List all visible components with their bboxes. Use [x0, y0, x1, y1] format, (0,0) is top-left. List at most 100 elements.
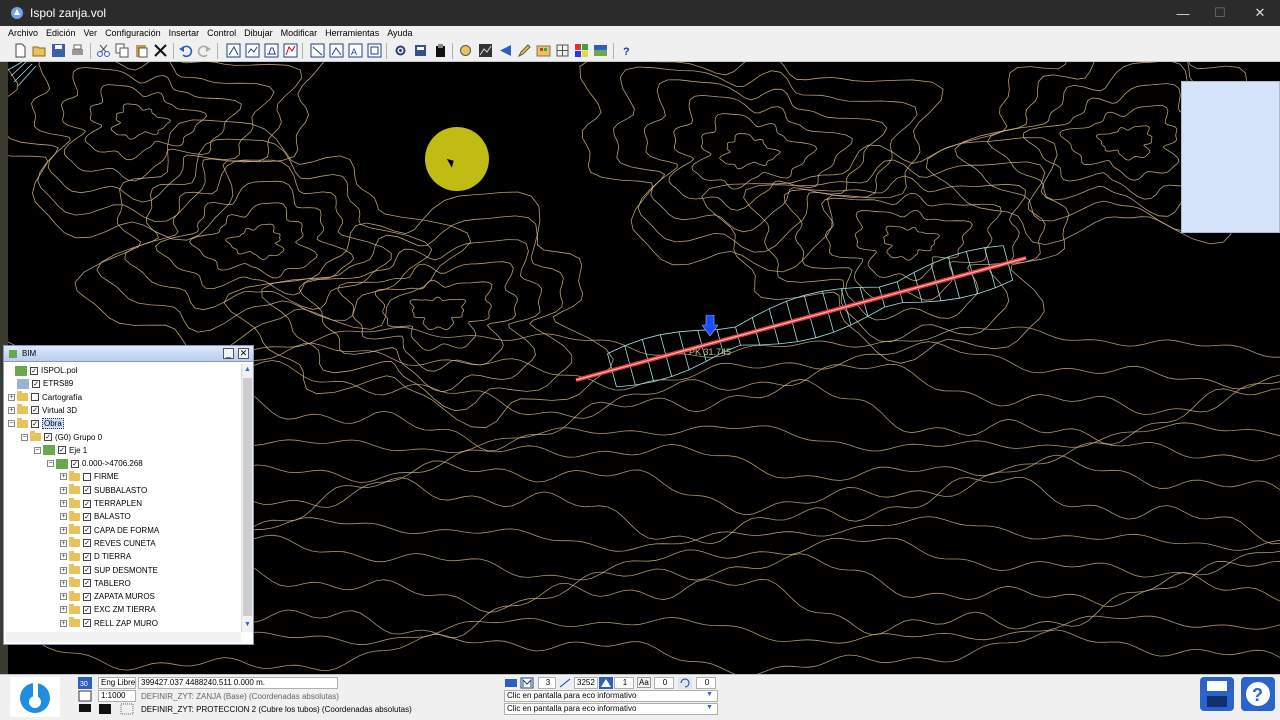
- expand-icon[interactable]: +: [60, 526, 67, 534]
- triangle-icon[interactable]: [599, 677, 613, 689]
- expand-icon[interactable]: +: [8, 406, 15, 414]
- view-plan-icon[interactable]: [226, 43, 241, 58]
- tree-node[interactable]: + ✓ CAPA DE FORMA: [60, 524, 159, 537]
- chart-icon[interactable]: [458, 43, 473, 58]
- scroll-up-icon[interactable]: ▲: [243, 365, 252, 374]
- expand-icon[interactable]: +: [60, 473, 67, 481]
- view-3d-icon[interactable]: [283, 43, 298, 58]
- menu-item-modificar[interactable]: Modificar: [281, 28, 318, 38]
- tree-node[interactable]: − ✓ Obra: [8, 417, 64, 430]
- menu-item-archivo[interactable]: Archivo: [8, 28, 38, 38]
- collapse-icon[interactable]: −: [34, 446, 41, 454]
- tree-node[interactable]: + ✓ D TIERRA: [60, 550, 131, 563]
- menu-item-configuracin[interactable]: Configuración: [105, 28, 161, 38]
- help-icon[interactable]: ?: [620, 43, 635, 58]
- grid-toggle-icon[interactable]: [120, 703, 134, 715]
- visibility-checkbox[interactable]: ✓: [58, 446, 66, 455]
- layers-icon[interactable]: [504, 677, 518, 689]
- paste-icon[interactable]: [134, 43, 149, 58]
- menu-item-ver[interactable]: Ver: [84, 28, 98, 38]
- expand-icon[interactable]: +: [60, 619, 67, 627]
- visibility-checkbox[interactable]: [83, 472, 91, 481]
- settings-icon[interactable]: [393, 43, 408, 58]
- tree-node[interactable]: − ✓ 0.000->4706.268: [47, 457, 143, 470]
- cut-icon[interactable]: [96, 43, 111, 58]
- tree-node[interactable]: ✓ ISPOL.pol: [6, 364, 77, 377]
- visibility-checkbox[interactable]: ✓: [83, 499, 91, 508]
- visibility-checkbox[interactable]: [31, 393, 39, 402]
- visibility-checkbox[interactable]: ✓: [83, 486, 91, 495]
- pencil-icon[interactable]: [517, 43, 532, 58]
- maximize-button[interactable]: ☐: [1200, 0, 1240, 26]
- expand-icon[interactable]: +: [60, 513, 67, 521]
- tree-node[interactable]: + ✓ EXC ZM TIERRA: [60, 603, 156, 616]
- visibility-checkbox[interactable]: ✓: [31, 419, 39, 428]
- visibility-checkbox[interactable]: ✓: [83, 579, 91, 588]
- tree-node[interactable]: + ✓ REVES CUNETA: [60, 537, 156, 550]
- hint1-dropdown-icon[interactable]: ▼: [706, 691, 713, 698]
- tree-node[interactable]: ✓ ETRS89: [8, 377, 73, 390]
- collapse-icon[interactable]: −: [8, 420, 15, 428]
- visibility-checkbox[interactable]: ✓: [83, 566, 91, 574]
- scale-field[interactable]: 1:1000: [98, 690, 136, 702]
- collapse-icon[interactable]: −: [47, 460, 54, 468]
- print-icon[interactable]: [70, 43, 85, 58]
- expand-icon[interactable]: +: [60, 553, 67, 561]
- grid-icon[interactable]: [555, 43, 570, 58]
- text-style-icon[interactable]: Aa: [637, 677, 651, 688]
- colors-icon[interactable]: [574, 43, 589, 58]
- bim-close-button[interactable]: ✕: [238, 348, 249, 359]
- redo-icon[interactable]: [197, 43, 212, 58]
- bim-minimize-button[interactable]: _: [223, 348, 234, 359]
- line-icon[interactable]: [558, 677, 572, 689]
- visibility-checkbox[interactable]: ✓: [83, 512, 91, 521]
- zoom-window-icon[interactable]: [367, 43, 382, 58]
- new-icon[interactable]: [13, 43, 28, 58]
- layer-icon[interactable]: [310, 43, 325, 58]
- help-button-icon[interactable]: ?: [1240, 676, 1276, 712]
- mode-icon[interactable]: 30: [78, 677, 92, 689]
- refresh-icon[interactable]: [678, 677, 692, 689]
- tree-node[interactable]: + ✓ RELL ZAP MURO: [60, 617, 158, 630]
- visibility-checkbox[interactable]: ✓: [83, 619, 91, 628]
- menu-item-ayuda[interactable]: Ayuda: [387, 28, 412, 38]
- visibility-checkbox[interactable]: ✓: [30, 366, 38, 375]
- tree-node[interactable]: + ✓ BALASTO: [60, 510, 131, 523]
- visibility-checkbox[interactable]: ✓: [31, 406, 39, 415]
- bim-panel-header[interactable]: BIM: [4, 346, 253, 362]
- bim-vertical-scrollbar[interactable]: ▲ ▼: [241, 364, 253, 632]
- menu-item-edicin[interactable]: Edición: [46, 28, 76, 38]
- open-icon[interactable]: [32, 43, 47, 58]
- expand-icon[interactable]: +: [60, 566, 67, 574]
- tree-node[interactable]: + Cartografía: [8, 391, 82, 404]
- tree-node[interactable]: + ✓ Virtual 3D: [8, 404, 77, 417]
- hint2-dropdown-icon[interactable]: ▼: [706, 704, 713, 711]
- scale-icon[interactable]: [78, 690, 92, 702]
- save-icon[interactable]: [51, 43, 66, 58]
- close-button[interactable]: ✕: [1240, 0, 1280, 26]
- palette-icon[interactable]: [536, 43, 551, 58]
- chart-area-icon[interactable]: [478, 43, 493, 58]
- delete-icon[interactable]: [153, 43, 168, 58]
- field-d[interactable]: 0: [654, 677, 674, 689]
- visibility-checkbox[interactable]: ✓: [83, 526, 91, 535]
- visibility-checkbox[interactable]: ✓: [83, 539, 91, 548]
- visibility-checkbox[interactable]: ✓: [71, 459, 79, 468]
- field-c[interactable]: 1: [614, 677, 634, 689]
- tree-node[interactable]: + ✓ TERRAPLEN: [60, 497, 142, 510]
- monitor-icon[interactable]: [78, 703, 92, 715]
- field-b[interactable]: 3252: [574, 677, 598, 689]
- undo-icon[interactable]: [178, 43, 193, 58]
- scroll-down-icon[interactable]: ▼: [243, 620, 252, 629]
- visibility-checkbox[interactable]: ✓: [83, 592, 91, 601]
- pk-marker-icon[interactable]: [702, 315, 718, 337]
- expand-icon[interactable]: +: [60, 486, 67, 494]
- collapse-icon[interactable]: −: [21, 433, 28, 441]
- view-section-icon[interactable]: [264, 43, 279, 58]
- overview-panel[interactable]: [1181, 81, 1280, 233]
- text-icon[interactable]: A: [348, 43, 363, 58]
- visibility-checkbox[interactable]: ✓: [32, 379, 40, 388]
- tree-node[interactable]: + ✓ ZAPATA MUROS: [60, 590, 155, 603]
- tree-node[interactable]: − ✓ Eje 1: [34, 444, 87, 457]
- mode-field[interactable]: Eng Libre: [98, 677, 136, 689]
